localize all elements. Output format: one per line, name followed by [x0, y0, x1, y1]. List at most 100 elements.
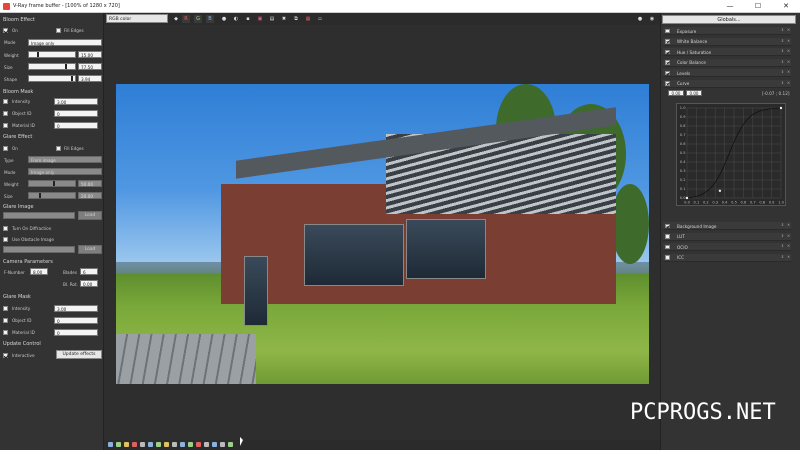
bloom-shape-slider[interactable]	[28, 75, 76, 82]
bloom-on-checkbox[interactable]	[3, 28, 8, 33]
glare-mask-objectid-input[interactable]: 0	[54, 317, 98, 324]
layer-row-ocio[interactable]: OCIO ⇕ ✕	[663, 243, 791, 251]
layer-move-icon[interactable]: ⇕	[780, 81, 785, 87]
slider-handle[interactable]	[39, 193, 41, 198]
obstacle-image-load-button[interactable]: Load	[78, 245, 102, 254]
glare-fill-edges-checkbox[interactable]	[56, 146, 61, 151]
layer-visibility-checkbox[interactable]	[665, 70, 670, 75]
layer-move-icon[interactable]: ⇕	[780, 234, 785, 240]
layer-remove-icon[interactable]: ✕	[786, 39, 791, 45]
load-image-icon[interactable]: ▤	[268, 15, 276, 23]
layer-visibility-checkbox[interactable]	[665, 244, 670, 249]
glare-weight-slider[interactable]	[28, 180, 76, 187]
color-picker-icon[interactable]: ◆	[172, 15, 180, 23]
layer-move-icon[interactable]: ⇕	[780, 70, 785, 76]
layer-visibility-checkbox[interactable]	[665, 39, 670, 44]
layer-remove-icon[interactable]: ✕	[786, 234, 791, 240]
layer-row-hue-saturation[interactable]: Hue / Saturation ⇕ ✕	[663, 48, 791, 56]
layer-remove-icon[interactable]: ✕	[786, 244, 791, 250]
clear-image-icon[interactable]: ✖	[280, 15, 288, 23]
render-region-icon[interactable]: ▦	[304, 15, 312, 23]
bloom-mask-objectid-checkbox[interactable]	[3, 111, 8, 116]
alpha-icon[interactable]: ◐	[232, 15, 240, 23]
blue-channel-button[interactable]: B	[206, 15, 214, 23]
glare-mask-materialid-checkbox[interactable]	[3, 330, 8, 335]
glare-mask-intensity-input[interactable]: 3.00	[54, 305, 98, 312]
layer-remove-icon[interactable]: ✕	[786, 223, 791, 229]
sphere-icon[interactable]: ●	[636, 15, 644, 23]
layer-visibility-checkbox[interactable]	[665, 49, 670, 54]
layer-visibility-checkbox[interactable]	[665, 234, 670, 239]
bloom-mask-materialid-input[interactable]: 0	[54, 122, 98, 129]
bloom-shape-input[interactable]: 3.94	[78, 75, 102, 82]
bloom-size-slider[interactable]	[28, 63, 76, 70]
glare-mask-materialid-input[interactable]: 0	[54, 329, 98, 336]
glare-image-path-field[interactable]	[3, 212, 75, 219]
layer-move-icon[interactable]: ⇕	[780, 60, 785, 66]
minimize-button[interactable]: —	[716, 0, 744, 13]
blade-rotation-input[interactable]: 0.00	[80, 280, 98, 287]
layer-visibility-checkbox[interactable]	[665, 28, 670, 33]
mono-icon[interactable]: ●	[220, 15, 228, 23]
close-button[interactable]: ✕	[772, 0, 800, 13]
glare-type-dropdown[interactable]: From image	[28, 156, 102, 163]
layer-remove-icon[interactable]: ✕	[786, 70, 791, 76]
bloom-weight-input[interactable]: 15.00	[78, 51, 102, 58]
curve-control-point[interactable]	[718, 189, 722, 192]
layer-visibility-checkbox[interactable]	[665, 60, 670, 65]
save-image-icon[interactable]: ▣	[256, 15, 264, 23]
track-mouse-icon[interactable]: ▫	[316, 15, 324, 23]
glare-on-checkbox[interactable]	[3, 146, 8, 151]
toolbar-icon[interactable]	[116, 442, 121, 447]
slider-handle[interactable]	[37, 52, 39, 57]
layer-visibility-checkbox[interactable]	[665, 223, 670, 228]
layer-move-icon[interactable]: ⇕	[780, 255, 785, 261]
glare-mask-objectid-checkbox[interactable]	[3, 318, 8, 323]
blades-input[interactable]: 6	[80, 268, 98, 275]
glare-mode-dropdown[interactable]: Image only	[28, 168, 102, 175]
toolbar-icon[interactable]	[124, 442, 129, 447]
layer-remove-icon[interactable]: ✕	[786, 49, 791, 55]
layer-move-icon[interactable]: ⇕	[780, 223, 785, 229]
bloom-mask-objectid-input[interactable]: 0	[54, 110, 98, 117]
diffraction-checkbox[interactable]	[3, 226, 8, 231]
layer-row-exposure[interactable]: Exposure ⇕ ✕	[663, 27, 791, 35]
layer-row-levels[interactable]: Levels ⇕ ✕	[663, 69, 791, 77]
layer-row-background-image[interactable]: Background Image ⇕ ✕	[663, 222, 791, 230]
maximize-button[interactable]: ☐	[744, 0, 772, 13]
interactive-checkbox[interactable]	[3, 353, 8, 358]
glare-mask-intensity-checkbox[interactable]	[3, 306, 8, 311]
glare-image-load-button[interactable]: Load	[78, 211, 102, 220]
curve-control-point[interactable]	[685, 196, 689, 200]
slider-handle[interactable]	[53, 181, 55, 186]
curve-editor[interactable]: 0.0 1.0 0.1 0.9 0.2 0.8 0.3 0.7 0.4 0.6 0.5 0.5 0.6 0…	[676, 103, 786, 206]
toolbar-icon[interactable]	[156, 442, 161, 447]
bloom-size-input[interactable]: 77.50	[78, 63, 102, 70]
toolbar-icon[interactable]	[220, 442, 225, 447]
swatch-icon[interactable]: ▪	[244, 15, 252, 23]
layer-row-white-balance[interactable]: White Balance ⇕ ✕	[663, 37, 791, 46]
toolbar-icon[interactable]	[188, 442, 193, 447]
layer-visibility-checkbox[interactable]	[665, 81, 670, 86]
toolbar-icon[interactable]	[148, 442, 153, 447]
slider-handle[interactable]	[71, 76, 73, 81]
toolbar-icon[interactable]	[212, 442, 217, 447]
layer-remove-icon[interactable]: ✕	[786, 255, 791, 261]
layer-move-icon[interactable]: ⇕	[780, 28, 785, 34]
layer-row-color-balance[interactable]: Color Balance ⇕ ✕	[663, 58, 791, 67]
layer-move-icon[interactable]: ⇕	[780, 49, 785, 55]
layer-move-icon[interactable]: ⇕	[780, 244, 785, 250]
bloom-mask-intensity-checkbox[interactable]	[3, 99, 8, 104]
channel-dropdown[interactable]: RGB color	[106, 14, 168, 23]
duplicate-icon[interactable]: ⧉	[292, 15, 300, 23]
obstacle-image-checkbox[interactable]	[3, 237, 8, 242]
layer-remove-icon[interactable]: ✕	[786, 60, 791, 66]
toolbar-icon[interactable]	[140, 442, 145, 447]
toolbar-icon[interactable]	[204, 442, 209, 447]
layer-remove-icon[interactable]: ✕	[786, 81, 791, 87]
toolbar-icon[interactable]	[108, 442, 113, 447]
curve-input-y[interactable]: 0.00	[686, 90, 702, 96]
toolbar-icon[interactable]	[172, 442, 177, 447]
glare-size-slider[interactable]	[28, 192, 76, 199]
layer-remove-icon[interactable]: ✕	[786, 28, 791, 34]
